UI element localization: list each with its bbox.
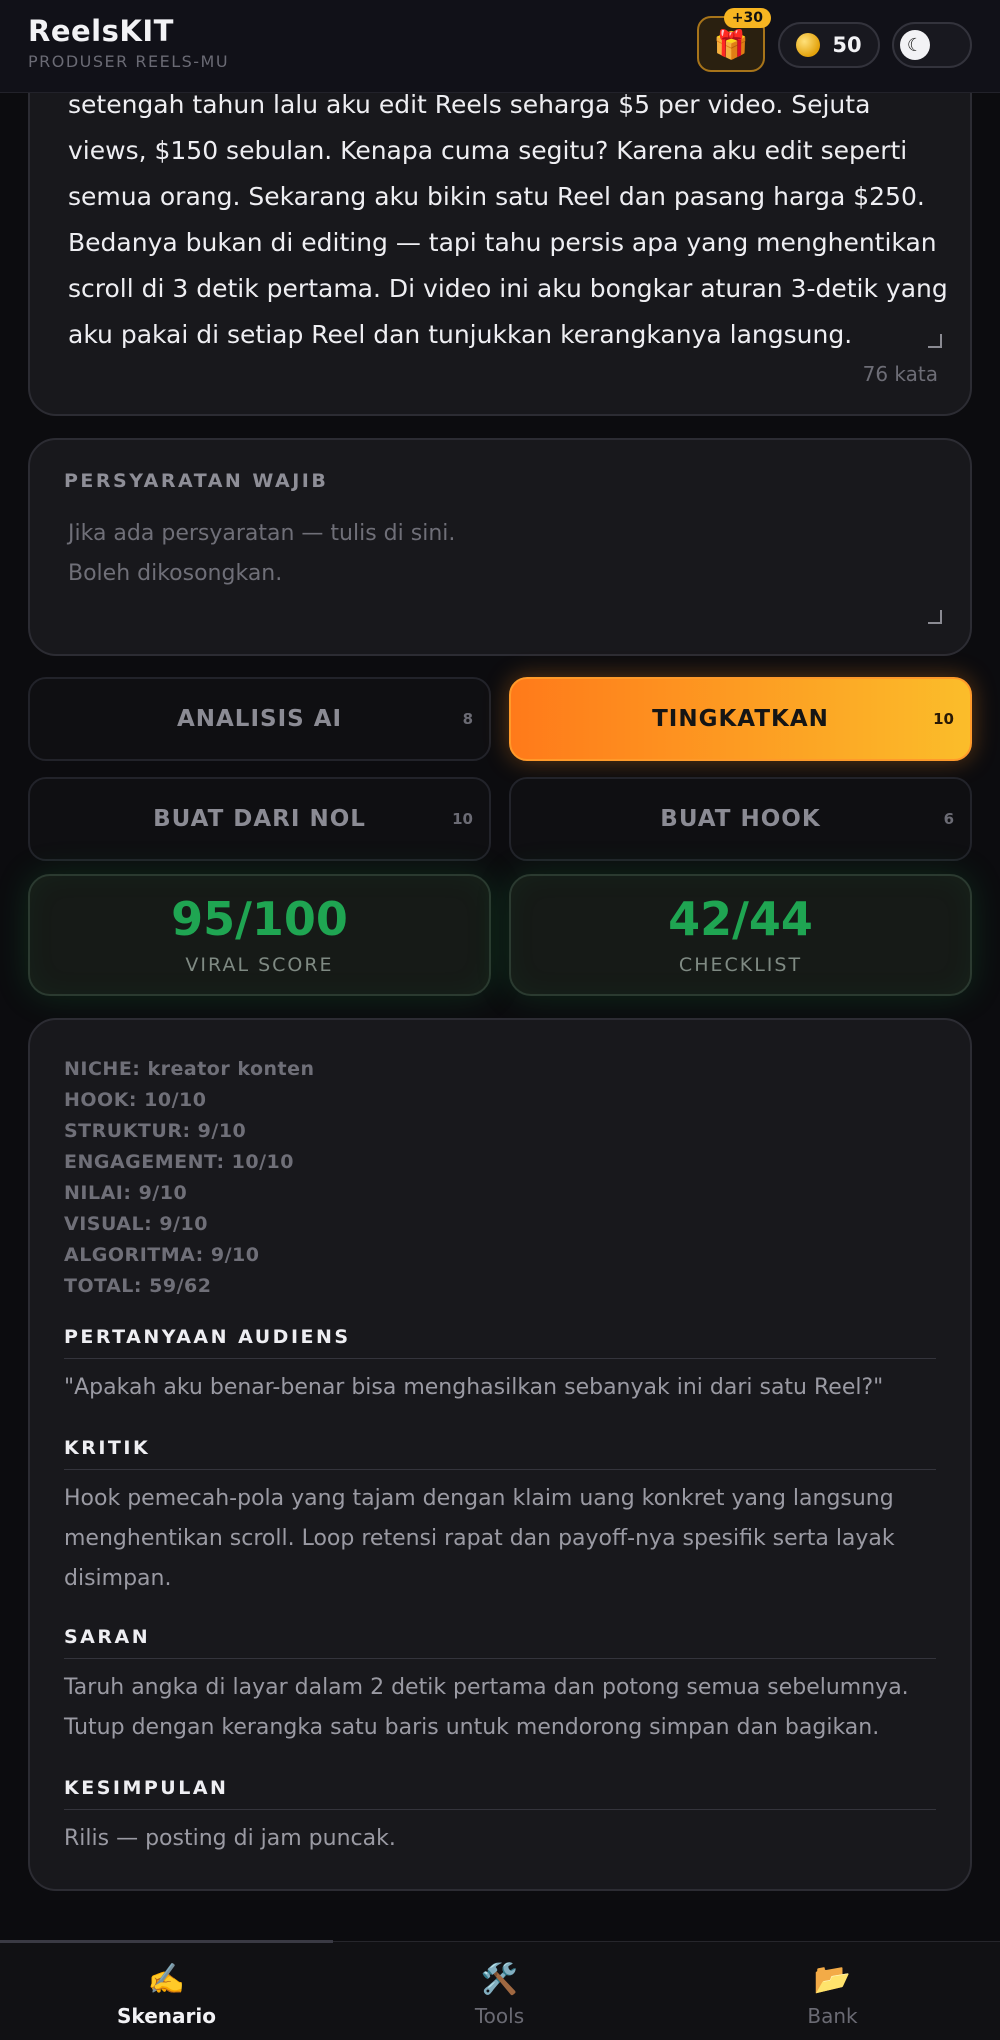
button-label: TINGKATKAN xyxy=(652,706,829,732)
pen-icon: ✍️ xyxy=(147,1962,186,1997)
word-count: 76 kata xyxy=(862,362,938,386)
button-label: ANALISIS AI xyxy=(176,706,343,732)
audience-question-text: "Apakah aku benar-benar bisa menghasilka… xyxy=(64,1375,884,1400)
button-label: BUAT HOOK xyxy=(660,806,821,832)
stat-structure: STRUKTUR: 9/10 xyxy=(64,1120,247,1142)
advice-text: Taruh angka di layar dalam 2 detik perta… xyxy=(64,1675,909,1740)
critique-text: Hook pemecah-pola yang tajam dengan klai… xyxy=(64,1486,895,1591)
viral-score-card: 95/100 VIRAL SCORE xyxy=(28,874,491,996)
create-hook-button[interactable]: BUAT HOOK 6 xyxy=(509,777,972,861)
app-header: ReelsKIT PRODUSER REELS-MU 🎁 +30 50 ☾ xyxy=(0,0,1000,93)
button-label: BUAT DARI NOL xyxy=(153,806,366,832)
viral-score-value: 95/100 xyxy=(171,892,348,946)
moon-icon: ☾ xyxy=(900,30,930,60)
checklist-card: 42/44 CHECKLIST xyxy=(509,874,972,996)
stat-total: TOTAL: 59/62 xyxy=(64,1275,212,1297)
nav-item-bank[interactable]: 📂 Bank xyxy=(666,1942,999,2040)
tools-icon: 🛠️ xyxy=(480,1962,519,1997)
button-cost: 10 xyxy=(933,710,954,728)
nav-item-skenario[interactable]: ✍️ Skenario xyxy=(0,1942,333,2040)
gift-button[interactable]: 🎁 +30 xyxy=(697,8,771,72)
requirements-card: PERSYARATAN WAJIB Jika ada persyaratan —… xyxy=(28,438,972,656)
requirements-placeholder-line2: Boleh dikosongkan. xyxy=(68,561,283,586)
stat-visual: VISUAL: 9/10 xyxy=(64,1213,208,1235)
button-cost: 6 xyxy=(943,810,954,828)
advice-heading: SARAN xyxy=(64,1626,936,1659)
nav-label: Bank xyxy=(807,2004,858,2028)
coin-balance[interactable]: 50 xyxy=(778,22,880,68)
gift-badge: +30 xyxy=(723,8,771,28)
nav-item-tools[interactable]: 🛠️ Tools xyxy=(333,1942,666,2040)
checklist-value: 42/44 xyxy=(668,892,813,946)
create-from-scratch-button[interactable]: BUAT DARI NOL 10 xyxy=(28,777,491,861)
coin-count: 50 xyxy=(832,33,862,57)
app-title: ReelsKIT xyxy=(28,14,174,48)
stat-hook: HOOK: 10/10 xyxy=(64,1089,207,1111)
stat-value: NILAI: 9/10 xyxy=(64,1182,188,1204)
requirements-label: PERSYARATAN WAJIB xyxy=(64,470,329,492)
audience-question-heading: PERTANYAAN AUDIENS xyxy=(64,1326,936,1359)
viral-score-label: VIRAL SCORE xyxy=(185,954,334,976)
stat-engagement: ENGAGEMENT: 10/10 xyxy=(64,1151,294,1173)
button-cost: 8 xyxy=(462,710,473,728)
script-textarea[interactable]: setengah tahun lalu aku edit Reels sehar… xyxy=(68,82,948,358)
coin-icon xyxy=(796,33,821,57)
gift-icon: 🎁 xyxy=(713,27,749,61)
resize-handle-icon[interactable] xyxy=(928,334,942,348)
script-editor-card[interactable]: setengah tahun lalu aku edit Reels sehar… xyxy=(28,40,972,416)
resize-handle-icon[interactable] xyxy=(928,610,942,624)
requirements-input[interactable]: Jika ada persyaratan — tulis di sini. Bo… xyxy=(68,514,768,594)
improve-button[interactable]: TINGKATKAN 10 xyxy=(509,677,972,761)
critique-heading: KRITIK xyxy=(64,1437,936,1470)
theme-toggle[interactable]: ☾ xyxy=(892,22,972,68)
nav-label: Skenario xyxy=(117,2004,216,2028)
button-cost: 10 xyxy=(452,810,473,828)
stat-niche: NICHE: kreator konten xyxy=(64,1058,315,1080)
conclusion-heading: KESIMPULAN xyxy=(64,1777,936,1810)
stat-algorithm: ALGORITMA: 9/10 xyxy=(64,1244,260,1266)
bottom-nav: ✍️ Skenario 🛠️ Tools 📂 Bank xyxy=(0,1940,1000,2040)
app-subtitle: PRODUSER REELS-MU xyxy=(28,52,230,71)
requirements-placeholder-line1: Jika ada persyaratan — tulis di sini. xyxy=(68,521,456,546)
analyze-ai-button[interactable]: ANALISIS AI 8 xyxy=(28,677,491,761)
analysis-card: NICHE: kreator konten HOOK: 10/10 STRUKT… xyxy=(28,1018,972,1891)
checklist-label: CHECKLIST xyxy=(678,954,803,976)
folder-icon: 📂 xyxy=(813,1962,852,1997)
nav-label: Tools xyxy=(474,2004,525,2028)
conclusion-text: Rilis — posting di jam puncak. xyxy=(64,1826,396,1851)
